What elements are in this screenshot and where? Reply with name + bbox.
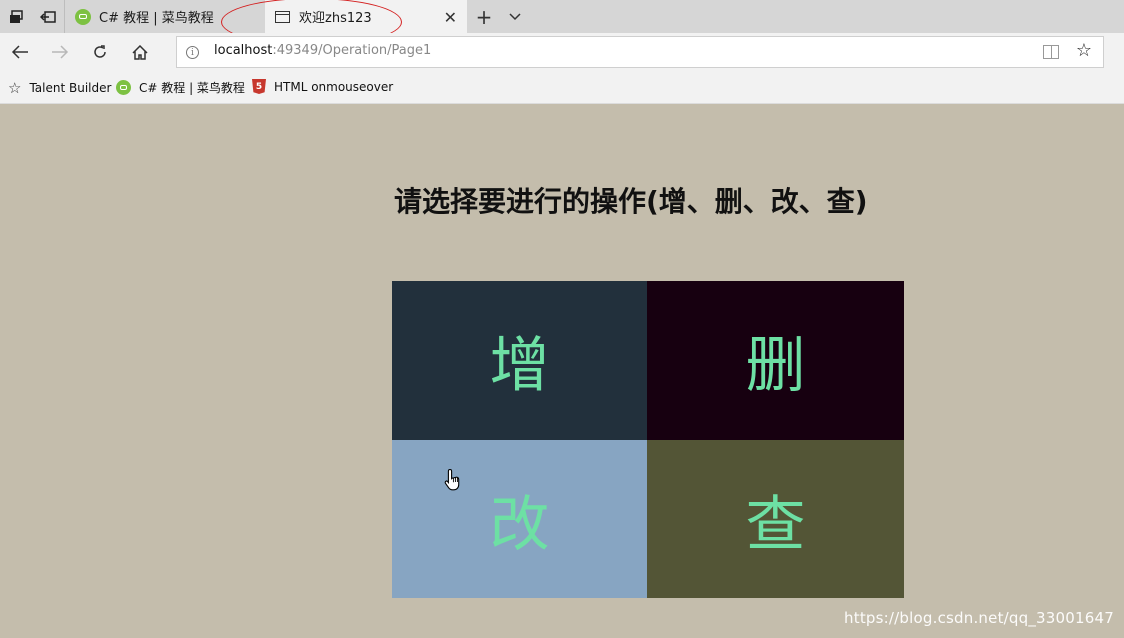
tab-strip: C# 教程 | 菜鸟教程 欢迎zhs123 ✕ + [0,0,1124,46]
favorite-talent-builder[interactable]: ☆ Talent Builder [8,79,111,97]
reading-view-icon[interactable] [1043,45,1059,59]
update-button[interactable]: 改 [392,440,647,598]
info-icon[interactable]: i [186,46,199,59]
operation-grid: 增 删 改 查 [392,281,904,598]
favorite-html-onmouseover[interactable]: 5 HTML onmouseover [252,79,393,94]
favorite-csharp-tutorial[interactable]: C# 教程 | 菜鸟教程 [116,79,245,96]
add-button[interactable]: 增 [392,281,647,440]
runoob-icon [116,80,131,95]
page-heading: 请选择要进行的操作(增、删、改、查) [394,185,868,218]
favorite-label: C# 教程 | 菜鸟教程 [139,81,245,95]
set-tabs-aside-icon[interactable] [32,0,64,33]
page-icon [275,10,290,23]
tab-welcome[interactable]: 欢迎zhs123 ✕ [265,0,467,33]
favorite-star-icon[interactable]: ☆ [1076,40,1092,61]
runoob-icon [75,8,91,25]
favorite-label: HTML onmouseover [274,79,394,94]
html5-icon: 5 [252,79,266,94]
url-text[interactable]: localhost:49349/Operation/Page1 [214,43,431,58]
chevron-down-icon[interactable] [502,0,528,33]
back-button[interactable] [5,38,35,66]
favorites-bar: ☆ Talent Builder C# 教程 | 菜鸟教程 5 HTML onm… [0,71,1124,104]
watermark-text: https://blog.csdn.net/qq_33001647 [844,609,1114,627]
home-button[interactable] [125,38,155,66]
refresh-button[interactable] [85,38,115,66]
tab-title: C# 教程 | 菜鸟教程 [99,11,214,26]
address-bar[interactable]: i localhost:49349/Operation/Page1 ☆ [176,36,1104,68]
query-button[interactable]: 查 [647,440,904,598]
navigation-bar: i localhost:49349/Operation/Page1 ☆ [0,33,1124,71]
star-icon: ☆ [8,79,22,97]
tab-title: 欢迎zhs123 [299,11,372,26]
delete-button[interactable]: 删 [647,281,904,440]
favorite-label: Talent Builder [29,81,112,95]
tab-manager-icon[interactable] [0,0,32,33]
tab-csharp-tutorial[interactable]: C# 教程 | 菜鸟教程 [64,0,264,33]
forward-button[interactable] [45,38,75,66]
new-tab-button[interactable]: + [470,0,498,33]
close-tab-icon[interactable]: ✕ [444,8,457,27]
